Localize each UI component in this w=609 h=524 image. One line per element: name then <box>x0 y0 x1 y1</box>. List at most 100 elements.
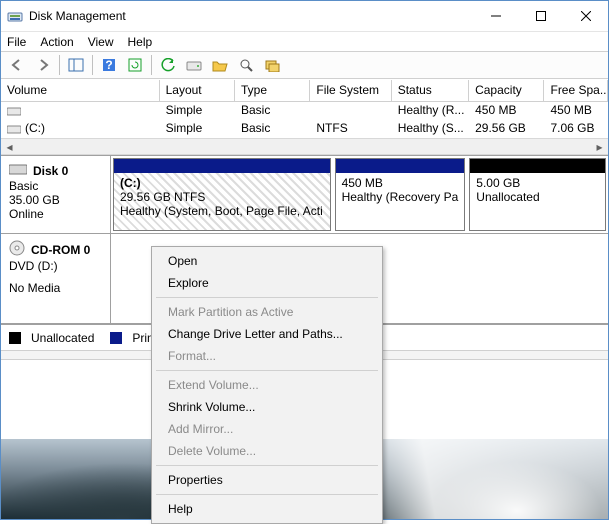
disk-icon <box>9 162 27 179</box>
menu-help[interactable]: Help <box>154 498 380 520</box>
col-free[interactable]: Free Spa... <box>544 80 608 101</box>
cdrom-state: No Media <box>9 281 102 295</box>
vol-fs <box>310 102 391 120</box>
partition-header <box>114 159 330 173</box>
col-capacity[interactable]: Capacity <box>469 80 544 101</box>
disk0-type: Basic <box>9 179 102 193</box>
find-button[interactable] <box>234 53 258 77</box>
menu-properties[interactable]: Properties <box>154 469 380 491</box>
minimize-button[interactable] <box>473 1 518 31</box>
cdrom-label[interactable]: CD-ROM 0 DVD (D:) No Media <box>1 234 111 323</box>
menu-separator <box>156 297 378 298</box>
menu-separator <box>156 494 378 495</box>
cd-icon <box>9 240 25 259</box>
vol-status: Healthy (R... <box>392 102 469 120</box>
volume-row[interactable]: (C:) Simple Basic NTFS Healthy (S... 29.… <box>1 120 608 138</box>
forward-button[interactable] <box>31 53 55 77</box>
volume-list: Volume Layout Type File System Status Ca… <box>1 79 608 155</box>
disk-button[interactable] <box>182 53 206 77</box>
vol-status: Healthy (S... <box>392 120 469 138</box>
menu-delete: Delete Volume... <box>154 440 380 462</box>
menu-view[interactable]: View <box>88 35 114 49</box>
maximize-button[interactable] <box>518 1 563 31</box>
window-buttons <box>473 1 608 31</box>
disk0-label[interactable]: Disk 0 Basic 35.00 GB Online <box>1 156 111 233</box>
vol-type: Basic <box>235 102 310 120</box>
col-type[interactable]: Type <box>235 80 310 101</box>
open-folder-button[interactable] <box>208 53 232 77</box>
part-size: 5.00 GB <box>476 176 599 190</box>
refresh-button[interactable] <box>123 53 147 77</box>
legend-swatch-unallocated <box>9 332 21 344</box>
scroll-left-icon[interactable]: ◂ <box>1 139 18 154</box>
vol-capacity: 450 MB <box>469 102 544 120</box>
menu-mark-active: Mark Partition as Active <box>154 301 380 323</box>
vol-layout: Simple <box>160 120 235 138</box>
partition-header <box>336 159 465 173</box>
volume-row[interactable]: Simple Basic Healthy (R... 450 MB 450 MB <box>1 102 608 120</box>
disk0-state: Online <box>9 207 102 221</box>
vol-name: (C:) <box>25 121 45 135</box>
titlebar: Disk Management <box>1 1 608 31</box>
cdrom-type: DVD (D:) <box>9 259 102 273</box>
vol-capacity: 29.56 GB <box>469 120 544 138</box>
disk0-partitions: (C:) 29.56 GB NTFS Healthy (System, Boot… <box>111 156 608 233</box>
drive-icon <box>7 123 21 135</box>
col-volume[interactable]: Volume <box>1 80 160 101</box>
legend-unallocated: Unallocated <box>31 331 94 345</box>
disk0-size: 35.00 GB <box>9 193 102 207</box>
back-button[interactable] <box>5 53 29 77</box>
part-status: Healthy (System, Boot, Page File, Acti <box>120 204 324 218</box>
legend-swatch-primary <box>110 332 122 344</box>
part-status: Healthy (Recovery Pa <box>342 190 459 204</box>
menu-explore[interactable]: Explore <box>154 272 380 294</box>
scroll-right-icon[interactable]: ▸ <box>591 139 608 154</box>
menu-help[interactable]: Help <box>128 35 153 49</box>
menu-bar: File Action View Help <box>1 31 608 51</box>
partition-unallocated[interactable]: 5.00 GB Unallocated <box>469 158 606 231</box>
volume-list-body: Simple Basic Healthy (R... 450 MB 450 MB… <box>1 102 608 138</box>
part-title: (C:) <box>120 176 324 190</box>
disk0-name: Disk 0 <box>33 164 68 178</box>
close-button[interactable] <box>563 1 608 31</box>
volume-list-header: Volume Layout Type File System Status Ca… <box>1 80 608 102</box>
rescan-button[interactable] <box>156 53 180 77</box>
menu-action[interactable]: Action <box>40 35 73 49</box>
col-status[interactable]: Status <box>392 80 469 101</box>
vol-free: 7.06 GB <box>544 120 608 138</box>
menu-add-mirror: Add Mirror... <box>154 418 380 440</box>
vol-free: 450 MB <box>544 102 608 120</box>
horizontal-scrollbar[interactable]: ◂ ▸ <box>1 138 608 155</box>
toolbar: ? <box>1 51 608 79</box>
menu-separator <box>156 370 378 371</box>
partition-header <box>470 159 605 173</box>
disk-row-disk0: Disk 0 Basic 35.00 GB Online (C:) 29.56 … <box>1 156 608 234</box>
part-size: 450 MB <box>342 176 459 190</box>
drive-icon <box>7 105 21 117</box>
partition-recovery[interactable]: 450 MB Healthy (Recovery Pa <box>335 158 466 231</box>
vol-fs: NTFS <box>310 120 391 138</box>
menu-separator <box>156 465 378 466</box>
vol-layout: Simple <box>160 102 235 120</box>
part-status: Unallocated <box>476 190 599 204</box>
cdrom-name: CD-ROM 0 <box>31 243 90 257</box>
menu-shrink[interactable]: Shrink Volume... <box>154 396 380 418</box>
vol-type: Basic <box>235 120 310 138</box>
menu-open[interactable]: Open <box>154 250 380 272</box>
app-icon <box>7 8 23 24</box>
settings-button[interactable] <box>260 53 284 77</box>
context-menu: Open Explore Mark Partition as Active Ch… <box>151 246 383 524</box>
window-title: Disk Management <box>29 9 473 23</box>
partition-c[interactable]: (C:) 29.56 GB NTFS Healthy (System, Boot… <box>113 158 331 231</box>
col-filesystem[interactable]: File System <box>310 80 391 101</box>
window: Disk Management File Action View Help ? … <box>0 0 609 520</box>
svg-text:?: ? <box>105 58 112 72</box>
menu-file[interactable]: File <box>7 35 26 49</box>
menu-extend: Extend Volume... <box>154 374 380 396</box>
help-button[interactable]: ? <box>97 53 121 77</box>
part-size: 29.56 GB NTFS <box>120 190 324 204</box>
menu-format: Format... <box>154 345 380 367</box>
col-layout[interactable]: Layout <box>160 80 235 101</box>
menu-change-letter[interactable]: Change Drive Letter and Paths... <box>154 323 380 345</box>
show-hide-tree-button[interactable] <box>64 53 88 77</box>
